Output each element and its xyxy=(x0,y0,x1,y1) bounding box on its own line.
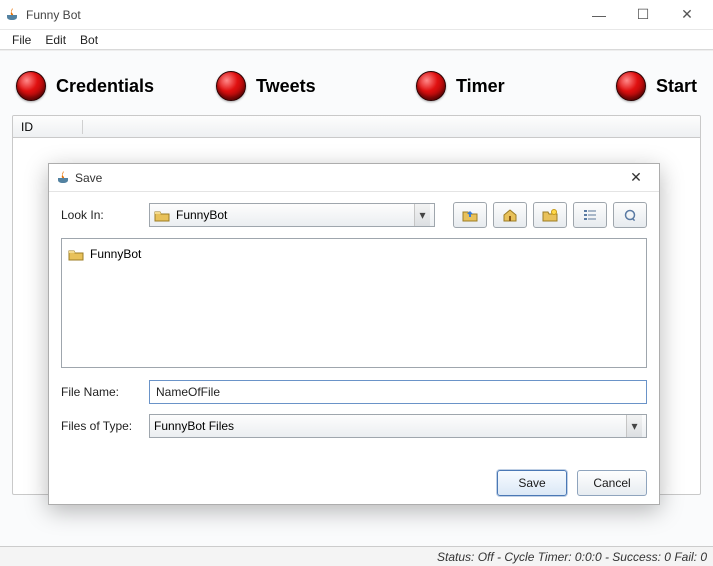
filetype-label: Files of Type: xyxy=(61,419,139,433)
up-folder-icon xyxy=(462,208,478,222)
filetype-combo[interactable]: FunnyBot Files ▾ xyxy=(149,414,647,438)
filename-row: File Name: xyxy=(61,380,647,404)
dialog-titlebar: Save ✕ xyxy=(49,164,659,192)
tab-label: Tweets xyxy=(256,76,316,97)
list-item[interactable]: FunnyBot xyxy=(68,245,640,263)
home-button[interactable] xyxy=(493,202,527,228)
tab-label: Credentials xyxy=(56,76,154,97)
list-item-label: FunnyBot xyxy=(90,247,141,261)
cancel-button[interactable]: Cancel xyxy=(577,470,647,496)
close-button[interactable]: ✕ xyxy=(665,1,709,29)
tabs-row: Credentials Tweets Timer Start xyxy=(12,65,701,115)
new-folder-icon xyxy=(542,208,558,222)
menubar: File Edit Bot xyxy=(0,30,713,50)
up-one-level-button[interactable] xyxy=(453,202,487,228)
details-view-button[interactable] xyxy=(613,202,647,228)
look-in-label: Look In: xyxy=(61,208,139,222)
home-icon xyxy=(502,208,518,222)
window-title: Funny Bot xyxy=(26,8,81,22)
file-list-pane[interactable]: FunnyBot xyxy=(61,238,647,368)
filename-input[interactable] xyxy=(149,380,647,404)
dialog-close-button[interactable]: ✕ xyxy=(619,167,653,189)
tab-tweets[interactable]: Tweets xyxy=(216,71,410,101)
folder-icon xyxy=(68,248,84,261)
tab-start[interactable]: Start xyxy=(616,71,697,101)
filetype-value: FunnyBot Files xyxy=(154,419,234,433)
java-icon xyxy=(4,7,20,23)
tab-timer[interactable]: Timer xyxy=(416,71,610,101)
java-icon xyxy=(55,170,71,186)
table-header: ID xyxy=(13,116,700,138)
dialog-title: Save xyxy=(75,171,102,185)
save-dialog: Save ✕ Look In: FunnyBot ▾ xyxy=(48,163,660,505)
filename-label: File Name: xyxy=(61,385,139,399)
tab-label: Start xyxy=(656,76,697,97)
dialog-button-row: Save Cancel xyxy=(49,456,659,506)
folder-icon xyxy=(154,209,170,222)
window-titlebar: Funny Bot — ☐ ✕ xyxy=(0,0,713,30)
list-view-icon xyxy=(582,208,598,222)
new-folder-button[interactable] xyxy=(533,202,567,228)
menu-file[interactable]: File xyxy=(6,31,37,49)
status-orb-icon xyxy=(16,71,46,101)
filetype-row: Files of Type: FunnyBot Files ▾ xyxy=(61,414,647,438)
filechooser-toolbar xyxy=(453,202,647,228)
list-view-button[interactable] xyxy=(573,202,607,228)
status-orb-icon xyxy=(216,71,246,101)
look-in-combo[interactable]: FunnyBot ▾ xyxy=(149,203,435,227)
tab-label: Timer xyxy=(456,76,505,97)
maximize-button[interactable]: ☐ xyxy=(621,1,665,29)
dialog-body: Look In: FunnyBot ▾ xyxy=(49,192,659,456)
look-in-value: FunnyBot xyxy=(176,208,227,222)
status-text: Status: Off - Cycle Timer: 0:0:0 - Succe… xyxy=(437,550,707,564)
details-view-icon xyxy=(622,208,638,222)
cancel-button-label: Cancel xyxy=(593,476,630,490)
tab-credentials[interactable]: Credentials xyxy=(16,71,210,101)
save-button-label: Save xyxy=(518,476,545,490)
column-header-id[interactable]: ID xyxy=(13,120,83,134)
minimize-button[interactable]: — xyxy=(577,1,621,29)
status-bar: Status: Off - Cycle Timer: 0:0:0 - Succe… xyxy=(0,546,713,566)
content-area: Credentials Tweets Timer Start ID Save xyxy=(0,50,713,546)
status-orb-icon xyxy=(616,71,646,101)
save-button[interactable]: Save xyxy=(497,470,567,496)
chevron-down-icon: ▾ xyxy=(626,415,642,437)
status-orb-icon xyxy=(416,71,446,101)
chevron-down-icon: ▾ xyxy=(414,204,430,226)
menu-bot[interactable]: Bot xyxy=(74,31,104,49)
menu-edit[interactable]: Edit xyxy=(39,31,72,49)
look-in-row: Look In: FunnyBot ▾ xyxy=(61,202,647,228)
